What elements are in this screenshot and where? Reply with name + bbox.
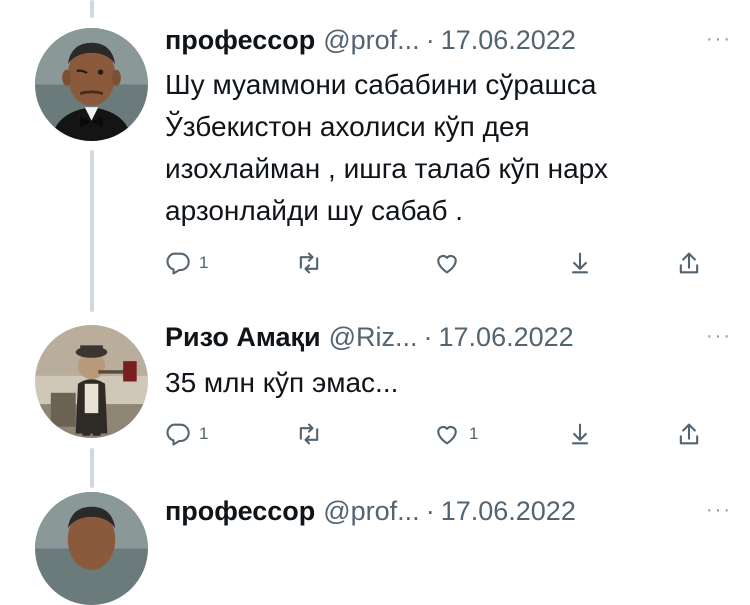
like-icon [437, 425, 457, 445]
reply-icon [166, 423, 190, 446]
separator: · [425, 25, 435, 55]
share-icon [679, 423, 699, 445]
thread-line [90, 0, 94, 18]
tweet-date[interactable]: 17.06.2022 [441, 494, 576, 528]
thread-line [90, 150, 94, 312]
sepia-man-photo [35, 325, 148, 438]
action-bar: 1 1 [163, 420, 723, 452]
author-handle[interactable]: @prof... [323, 494, 419, 528]
bookmark-button[interactable] [566, 249, 594, 277]
reply-button[interactable]: 1 [163, 420, 208, 448]
author-name[interactable]: профессор [165, 23, 315, 57]
author-name[interactable]: Ризо Амақи [165, 320, 321, 354]
separator: · [423, 322, 433, 352]
more-icon[interactable]: ··· [706, 325, 732, 348]
retweet-icon [299, 423, 319, 445]
share-icon [679, 252, 699, 274]
like-button[interactable] [433, 249, 469, 277]
avatar[interactable] [35, 325, 148, 438]
bookmark-button[interactable] [566, 420, 594, 448]
tweet-text: Шу муаммони сабабини сўрашса Ўзбекистон … [165, 69, 608, 226]
avatar[interactable] [35, 492, 148, 605]
tweet-text: 35 млн кўп эмас... [165, 367, 399, 398]
separator: · [425, 496, 435, 526]
share-button[interactable] [675, 249, 703, 277]
bookmark-icon [571, 423, 589, 445]
more-icon[interactable]: ··· [706, 499, 732, 522]
tweet-header: Ризо Амақи @Riz... · 17.06.2022 [165, 320, 574, 354]
obama-portrait [35, 28, 148, 141]
more-icon[interactable]: ··· [706, 28, 732, 51]
share-button[interactable] [675, 420, 703, 448]
like-button[interactable]: 1 [433, 420, 478, 448]
retweet-button[interactable] [295, 420, 331, 448]
like-count: 1 [469, 424, 479, 443]
like-icon [437, 254, 457, 274]
avatar[interactable] [35, 28, 148, 141]
thread-line [90, 448, 94, 488]
tweet-date[interactable]: 17.06.2022 [439, 320, 574, 354]
retweet-button[interactable] [295, 249, 331, 277]
author-name[interactable]: профессор [165, 494, 315, 528]
reply-count: 1 [199, 424, 209, 443]
bookmark-icon [571, 252, 589, 274]
action-bar: 1 [163, 249, 723, 281]
author-handle[interactable]: @Riz... [329, 320, 418, 354]
reply-icon [166, 252, 190, 275]
obama-portrait [35, 492, 148, 605]
retweet-icon [299, 252, 319, 274]
tweet-header: профессор @prof... · 17.06.2022 [165, 23, 576, 57]
reply-count: 1 [199, 253, 209, 272]
author-handle[interactable]: @prof... [323, 23, 419, 57]
reply-button[interactable]: 1 [163, 249, 208, 277]
tweet-header: профессор @prof... · 17.06.2022 [165, 494, 576, 528]
tweet-date[interactable]: 17.06.2022 [441, 23, 576, 57]
